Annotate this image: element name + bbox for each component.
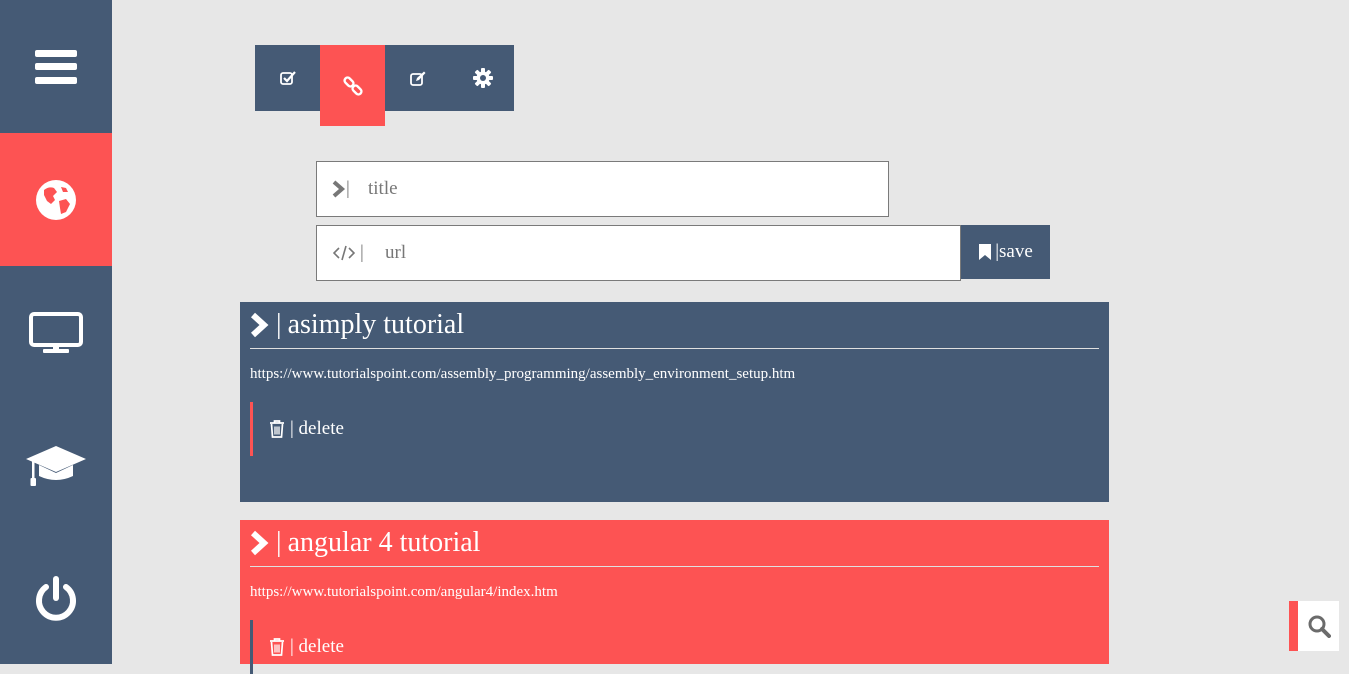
title-field: | [316,161,889,217]
sidebar-item-logout[interactable] [0,532,112,665]
bookmark-icon [979,244,992,260]
chevron-right-icon [250,312,269,338]
delete-button[interactable]: | delete [250,620,1099,674]
trash-icon [270,420,284,438]
url-input[interactable] [383,241,960,265]
url-prefix: | [333,242,383,264]
card-url[interactable]: https://www.tutorialspoint.com/assembly_… [250,366,1099,383]
graduation-cap-icon [26,445,86,486]
checkbox-icon [279,71,296,85]
gear-icon [472,68,493,88]
tab-tasks[interactable] [255,45,320,111]
card-header: | angular 4 tutorial [250,520,1099,567]
save-button[interactable]: |save [961,225,1050,279]
tab-notes[interactable] [385,45,450,111]
title-prefix: | [332,178,366,200]
edit-icon [409,71,425,86]
card-title: asimply tutorial [287,309,465,340]
sidebar-item-menu[interactable] [0,0,112,133]
code-icon [333,245,355,261]
tab-bar [255,45,515,126]
link-card: | angular 4 tutorial https://www.tutoria… [240,520,1109,674]
trash-icon [270,638,284,656]
url-field: | [316,225,961,281]
tab-links[interactable] [320,45,385,126]
monitor-icon [29,311,83,353]
link-icon [342,75,363,96]
title-prefix-separator: | [346,178,350,199]
sidebar-item-education[interactable] [0,399,112,532]
card-header: | asimply tutorial [250,302,1099,349]
power-icon [36,575,76,621]
chevron-right-icon [250,530,269,556]
menu-icon [35,49,77,84]
sidebar-item-desktop[interactable] [0,266,112,399]
link-card: | asimply tutorial https://www.tutorials… [240,302,1109,502]
card-title: angular 4 tutorial [287,527,481,558]
delete-label: | delete [290,418,344,439]
card-title-separator: | [276,309,282,340]
card-url[interactable]: https://www.tutorialspoint.com/angular4/… [250,584,1099,601]
save-label: |save [995,241,1033,262]
sidebar-item-web[interactable] [0,133,112,266]
delete-label: | delete [290,636,344,657]
title-input[interactable] [366,177,888,201]
card-title-separator: | [276,527,282,558]
search-icon [1308,615,1331,638]
tab-settings[interactable] [450,45,515,111]
url-prefix-separator: | [360,242,364,263]
search-button[interactable] [1289,601,1339,651]
chevron-right-icon [332,180,346,198]
sidebar [0,0,112,664]
delete-button[interactable]: | delete [250,402,1099,456]
globe-icon [36,179,76,220]
